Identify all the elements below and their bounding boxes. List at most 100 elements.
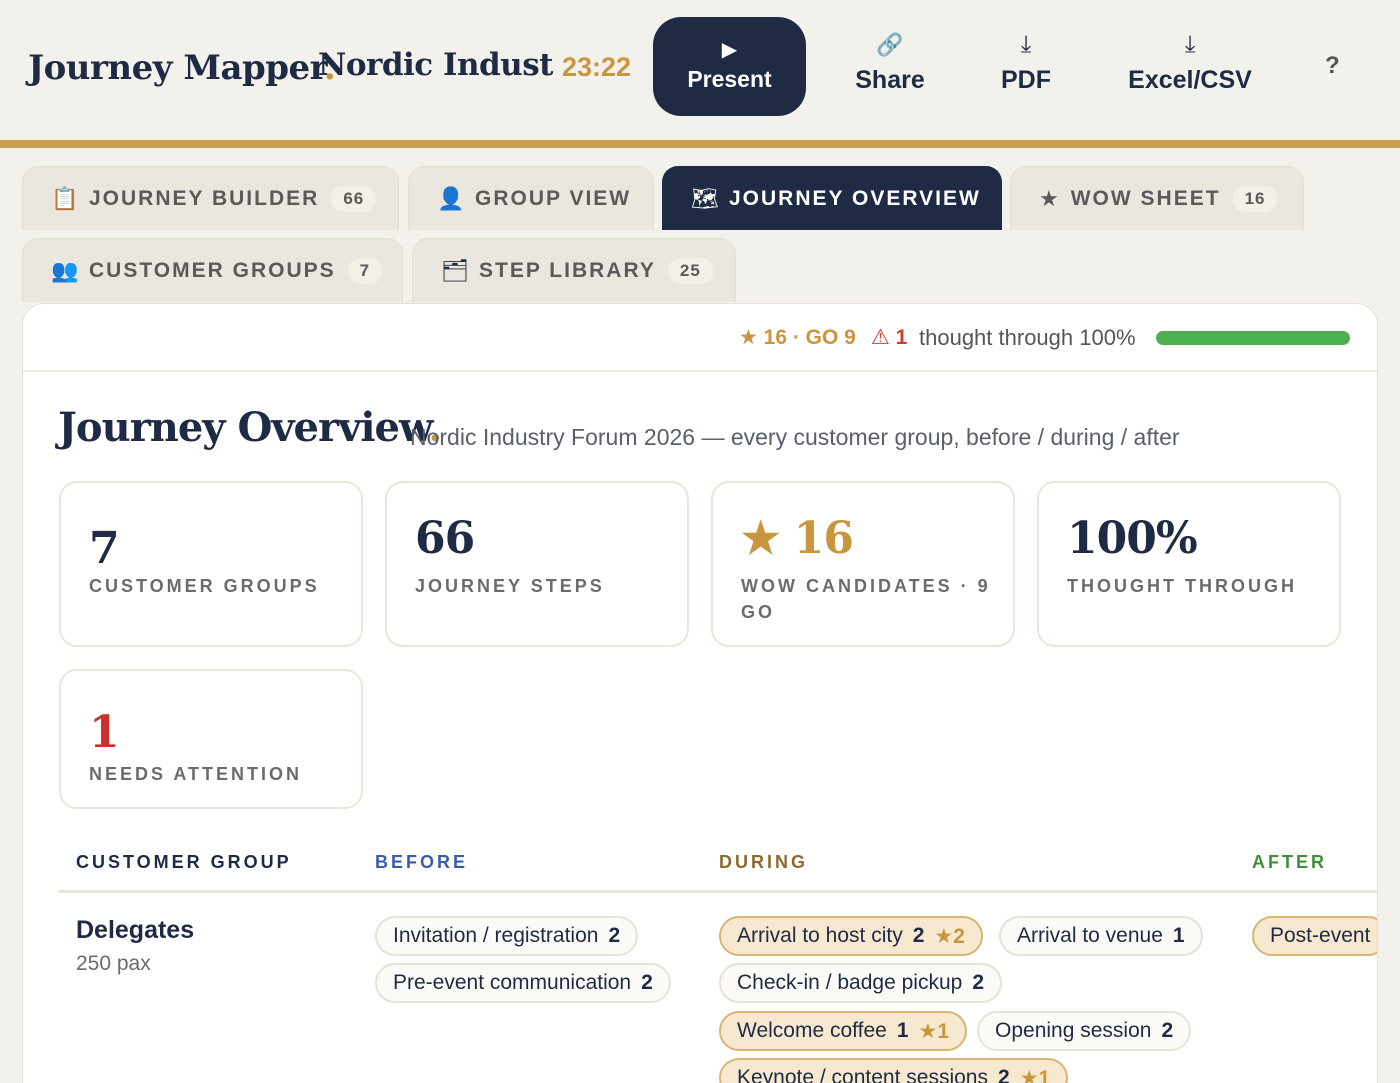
step-label: Welcome coffee [737, 1019, 887, 1042]
users-icon: 👥 [51, 257, 79, 283]
tab-step-library[interactable]: 🗂 STEP LIBRARY 25 [412, 238, 736, 302]
attention-summary[interactable]: ⚠ 1 [871, 325, 907, 350]
step-label: Post-event [1270, 924, 1371, 947]
tab-label: CUSTOMER GROUPS [89, 258, 336, 282]
column-header-after: AFTER [1252, 852, 1327, 872]
tab-count: 16 [1232, 185, 1278, 212]
step-count: 2 [972, 971, 984, 994]
wow-star-badge: ★2 [934, 924, 965, 948]
stat-value: ★ 16 [741, 513, 854, 564]
stat-needs-attention[interactable]: 1 NEEDS ATTENTION [59, 669, 363, 809]
step-count: 1 [1172, 924, 1185, 947]
step-pill[interactable]: Pre-event communication 2 [375, 963, 671, 1003]
wow-star-badge: ★1 [918, 1019, 950, 1043]
step-count: 2 [608, 924, 621, 947]
tab-group-view[interactable]: 👤 GROUP VIEW [408, 166, 654, 230]
header-divider [0, 140, 1400, 148]
stat-value: 7 [89, 523, 120, 574]
step-pill-wow[interactable]: Welcome coffee 1 ★1 [719, 1011, 968, 1051]
stat-wow-candidates[interactable]: ★ 16 WOW CANDIDATES · 9 GO [711, 481, 1015, 647]
step-pill[interactable]: Opening session 2 [977, 1011, 1192, 1051]
help-button[interactable]: ? [1325, 52, 1340, 80]
step-count: 2 [641, 971, 653, 994]
step-pill-wow[interactable]: Post-event [1252, 916, 1377, 956]
column-header-customer-group: CUSTOMER GROUP [76, 852, 292, 872]
project-name[interactable]: Nordic Indust [318, 47, 554, 83]
step-count: 2 [1161, 1019, 1174, 1042]
step-count: 1 [896, 1019, 909, 1042]
thought-through-progress [1156, 331, 1350, 345]
column-header-before: BEFORE [375, 852, 469, 872]
tab-journey-builder[interactable]: 📋 JOURNEY BUILDER 66 [22, 166, 399, 230]
stat-label: THOUGHT THROUGH [1067, 576, 1297, 596]
tab-wow-sheet[interactable]: ★ WOW SHEET 16 [1010, 166, 1304, 230]
user-icon: 👤 [437, 185, 465, 211]
step-label: Opening session [995, 1019, 1152, 1042]
step-label: Arrival to host city [737, 924, 903, 947]
share-button[interactable]: 🔗 Share [852, 28, 928, 108]
table-header-divider [58, 890, 1377, 893]
clipboard-icon: 📋 [51, 185, 79, 211]
folder-icon: 🗂 [441, 257, 469, 283]
present-button[interactable]: ▶ Present [653, 17, 806, 116]
step-pill[interactable]: Invitation / registration 2 [375, 916, 639, 956]
step-count: 2 [998, 1066, 1010, 1083]
stat-value: 100% [1067, 513, 1198, 564]
tab-label: STEP LIBRARY [479, 258, 656, 282]
step-pill-wow[interactable]: Arrival to host city 2 ★2 [719, 916, 983, 956]
stat-label: NEEDS ATTENTION [89, 764, 303, 784]
tab-label: JOURNEY BUILDER [89, 186, 320, 210]
brand-name: Journey Mapper [28, 48, 324, 88]
app-header: Journey Mapper. Nordic Indust 23:22 ▶ Pr… [0, 0, 1400, 140]
thought-through-summary: thought through 100% [919, 325, 1136, 350]
star-icon: ★ [1039, 185, 1059, 211]
download-icon: ⤓ [1184, 31, 1196, 58]
excel-export-button[interactable]: ⤓ Excel/CSV [1120, 28, 1260, 108]
share-label: Share [855, 66, 925, 94]
tab-count: 7 [347, 257, 383, 284]
group-name[interactable]: Delegates [76, 916, 194, 945]
pdf-export-button[interactable]: ⤓ PDF [996, 28, 1056, 108]
stat-thought-through[interactable]: 100% THOUGHT THROUGH [1037, 481, 1341, 647]
tab-count: 25 [667, 257, 713, 284]
stat-label: JOURNEY STEPS [415, 576, 605, 596]
column-header-during: DURING [719, 852, 808, 872]
step-label: Pre-event communication [393, 971, 632, 994]
tab-label: WOW SHEET [1070, 186, 1221, 210]
wow-go-summary: ★ 16 · GO 9 [739, 326, 856, 349]
wow-star-badge: ★1 [1019, 1066, 1051, 1083]
overview-panel: ★ 16 · GO 9 ⚠ 1 thought through 100% Jou… [22, 303, 1378, 1083]
step-pill-wow[interactable]: Keynote / content sessions 2 ★1 [719, 1058, 1069, 1083]
stat-value: 66 [415, 513, 475, 564]
excel-label: Excel/CSV [1128, 66, 1252, 94]
status-bar: ★ 16 · GO 9 ⚠ 1 thought through 100% [23, 304, 1377, 372]
tab-customer-groups[interactable]: 👥 CUSTOMER GROUPS 7 [22, 238, 403, 302]
step-label: Check-in / badge pickup [737, 971, 963, 994]
tab-count: 66 [331, 185, 377, 212]
progress-fill [1156, 331, 1350, 345]
stat-label: WOW CANDIDATES · 9 GO [741, 576, 991, 622]
step-count: 2 [912, 924, 925, 947]
app-brand[interactable]: Journey Mapper. [28, 48, 336, 88]
step-pill[interactable]: Arrival to venue 1 [999, 916, 1203, 956]
play-icon: ▶ [721, 39, 738, 61]
download-icon: ⤓ [1020, 31, 1032, 58]
page-title-text: Journey Overview [58, 404, 429, 451]
stat-journey-steps[interactable]: 66 JOURNEY STEPS [385, 481, 689, 647]
tab-label: JOURNEY OVERVIEW [729, 186, 981, 210]
map-icon: 🗺 [691, 185, 719, 211]
step-pill[interactable]: Check-in / badge pickup 2 [719, 963, 1002, 1003]
step-label: Invitation / registration [393, 924, 599, 947]
pdf-label: PDF [1001, 66, 1051, 94]
step-label: Keynote / content sessions [737, 1066, 988, 1083]
group-pax: 250 pax [76, 952, 151, 975]
tab-journey-overview[interactable]: 🗺 JOURNEY OVERVIEW [662, 166, 1002, 230]
page-subtitle: Nordic Industry Forum 2026 — every custo… [410, 424, 1180, 450]
page-title: Journey Overview. [58, 404, 442, 451]
step-label: Arrival to venue [1017, 924, 1163, 947]
stat-value: 1 [89, 707, 120, 758]
link-icon: 🔗 [876, 32, 904, 57]
stat-customer-groups[interactable]: 7 CUSTOMER GROUPS [59, 481, 363, 647]
present-label: Present [687, 66, 772, 92]
stat-label: CUSTOMER GROUPS [89, 576, 320, 596]
